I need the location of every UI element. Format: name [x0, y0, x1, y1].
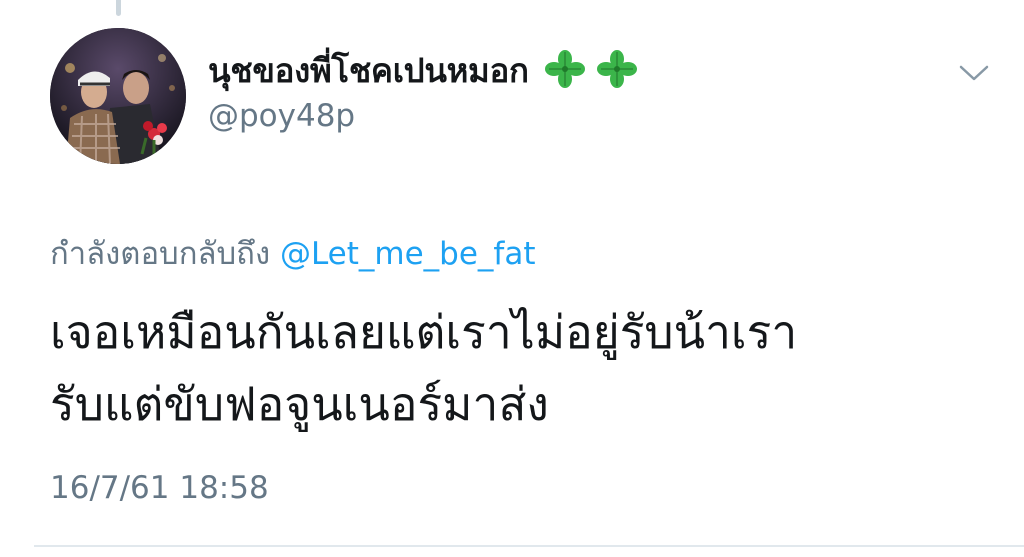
name-emoji-group — [543, 48, 639, 92]
four-leaf-clover-icon — [543, 48, 587, 92]
tweet-text-line: เจอเหมือนกันเลยแต่เราไม่อยู่รับน้าเรา — [50, 305, 798, 359]
reply-prefix-label: กำลังตอบกลับถึง — [50, 236, 271, 272]
avatar[interactable] — [50, 28, 186, 164]
tweet-timestamp[interactable]: 16/7/61 18:58 — [50, 470, 269, 506]
tweet-menu-button[interactable] — [958, 62, 990, 84]
tweet-text-line: รับแต่ขับฟอจูนเนอร์มาส่ง — [50, 377, 549, 431]
divider — [34, 545, 1024, 547]
author-display-name[interactable]: นุชของพี่โชคเปนหมอก — [208, 44, 529, 97]
author-handle[interactable]: @poy48p — [208, 98, 355, 134]
author-name-row: นุชของพี่โชคเปนหมอก — [208, 46, 639, 94]
chevron-down-icon — [959, 65, 989, 81]
four-leaf-clover-icon — [595, 48, 639, 92]
tweet-text: เจอเหมือนกันเลยแต่เราไม่อยู่รับน้าเรา รั… — [50, 296, 980, 440]
avatar-photo — [50, 28, 186, 164]
reply-mention-link[interactable]: @Let_me_be_fat — [280, 236, 536, 272]
reply-context: กำลังตอบกลับถึง @Let_me_be_fat — [50, 228, 536, 278]
thread-connector-line — [116, 0, 121, 16]
